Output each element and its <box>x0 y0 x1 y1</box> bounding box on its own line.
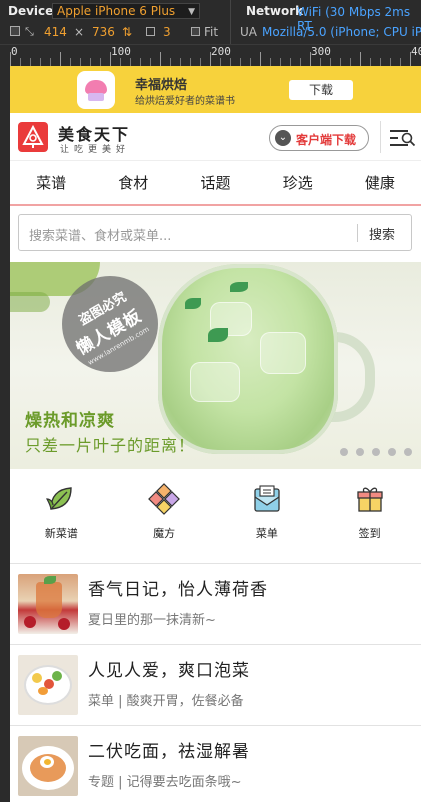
times-sign: × <box>74 25 85 39</box>
quick-link-label: 菜单 <box>255 527 278 540</box>
mint-drink-thumbnail <box>18 574 78 634</box>
device-label: Device <box>8 4 54 18</box>
list-item[interactable]: 二伏吃面，祛湿解暑 专题 | 记得要去吃面条哦~ <box>10 727 421 802</box>
ruler-tick-label: 0 <box>11 45 18 58</box>
tab-selection[interactable]: 珍选 <box>257 162 339 204</box>
fit-label: Fit <box>204 25 219 39</box>
gift-icon <box>356 487 383 512</box>
ruler-tick-label: 200 <box>211 45 231 58</box>
feed-item-title: 香气日记，怡人薄荷香 <box>88 580 268 600</box>
carousel-dot[interactable] <box>372 448 380 456</box>
menu-envelope-icon <box>254 485 280 512</box>
search-bar: 搜索菜谱、食材或菜单... 搜索 <box>18 214 412 251</box>
emulate-checkbox[interactable] <box>10 26 20 36</box>
app-download-banner: 幸福烘焙 给烘焙爱好者的菜谱书 下载 <box>10 66 421 113</box>
ice-cube <box>260 332 306 374</box>
pickle-dish-thumbnail <box>18 655 78 715</box>
site-slogan: 让吃更美好 <box>60 145 131 155</box>
feed-item-title: 人见人爱，爽口泡菜 <box>88 661 250 681</box>
menu-search-icon[interactable] <box>390 128 416 148</box>
height-field[interactable]: 736 <box>92 25 115 39</box>
quick-link-label: 魔方 <box>153 527 176 540</box>
device-select-value: Apple iPhone 6 Plus <box>57 4 176 18</box>
hero-carousel[interactable]: 盗图必究 懒人模板 www.lanrenmb.com 燥热和凉爽 只差一片叶子的… <box>10 262 421 469</box>
cube-icon <box>148 483 181 515</box>
feed-item-subtitle: 夏日里的那一抹清新~ <box>88 613 216 628</box>
feed-item-subtitle: 专题 | 记得要去吃面条哦~ <box>88 775 242 790</box>
width-field[interactable]: 414 <box>44 25 67 39</box>
banner-subheadline: 只差一片叶子的距离！ <box>25 436 196 455</box>
search-button[interactable]: 搜索 <box>369 224 395 243</box>
watermark-stamp: 盗图必究 懒人模板 www.lanrenmb.com <box>62 276 158 372</box>
client-download-label: 客户端下载 <box>296 133 357 147</box>
ice-cube <box>190 362 240 402</box>
ruler-tick-label: 400 <box>411 45 421 58</box>
carousel-dot[interactable] <box>404 448 412 456</box>
horizontal-ruler: 0 100 200 300 400 <box>0 44 421 66</box>
mint-leaf <box>230 282 248 292</box>
category-nav: 菜谱 食材 话题 珍选 健康 <box>10 162 421 206</box>
tab-topics[interactable]: 话题 <box>174 162 256 204</box>
devtools-toolbar: Device Apple iPhone 6 Plus ▼ Network WiF… <box>0 0 421 44</box>
list-item[interactable]: 香气日记，怡人薄荷香 夏日里的那一抹清新~ <box>10 565 421 645</box>
carousel-dot[interactable] <box>340 448 348 456</box>
quick-link-label: 新菜谱 <box>44 527 78 540</box>
quick-link-new-recipes[interactable]: 新菜谱 <box>10 469 113 563</box>
app-name: 幸福烘焙 <box>135 78 188 93</box>
search-divider <box>357 224 358 242</box>
carousel-dot[interactable] <box>388 448 396 456</box>
ua-field[interactable]: Mozilla/5.0 (iPhone; CPU iPho <box>262 25 421 39</box>
quick-link-menu[interactable]: 菜单 <box>216 469 319 563</box>
banner-headline: 燥热和凉爽 <box>25 411 115 431</box>
header-divider <box>380 121 381 153</box>
emulated-viewport: 幸福烘焙 给烘焙爱好者的菜谱书 下载 美食天下 让吃更美好 ⌄ 客户端下载 菜谱… <box>10 66 421 802</box>
quick-link-label: 签到 <box>358 527 381 540</box>
vertical-ruler <box>0 66 10 802</box>
mint-leaf <box>208 328 228 342</box>
feed-item-title: 二伏吃面，祛湿解暑 <box>88 742 250 762</box>
carousel-dot[interactable] <box>356 448 364 456</box>
tab-ingredients[interactable]: 食材 <box>92 162 174 204</box>
dpr-field[interactable]: 3 <box>163 25 171 39</box>
swap-dimensions-icon[interactable]: ⇅ <box>122 25 132 39</box>
devtools-separator <box>230 0 231 44</box>
tab-health[interactable]: 健康 <box>339 162 421 204</box>
site-logo-icon[interactable] <box>18 122 48 152</box>
app-download-button[interactable]: 下载 <box>289 80 353 100</box>
list-item[interactable]: 人见人爱，爽口泡菜 菜单 | 酸爽开胃，佐餐必备 <box>10 646 421 726</box>
drink-glass-image <box>158 264 338 454</box>
leaf-decoration <box>10 292 50 312</box>
quick-link-checkin[interactable]: 签到 <box>318 469 421 563</box>
ruler-tick-label: 100 <box>111 45 131 58</box>
app-description: 给烘焙爱好者的菜谱书 <box>135 96 235 107</box>
quick-link-cube[interactable]: 魔方 <box>113 469 216 563</box>
tab-recipes[interactable]: 菜谱 <box>10 162 92 204</box>
carousel-dots <box>340 448 415 458</box>
quick-links: 新菜谱 魔方 菜单 签到 <box>10 469 421 564</box>
leaf-icon <box>46 487 73 510</box>
chevron-down-icon: ▼ <box>188 7 195 17</box>
mint-leaf <box>185 298 201 309</box>
device-select[interactable]: Apple iPhone 6 Plus ▼ <box>52 3 200 19</box>
site-header: 美食天下 让吃更美好 ⌄ 客户端下载 <box>10 113 421 161</box>
resize-icon: ⤡ <box>25 25 34 38</box>
app-logo-icon <box>77 71 115 109</box>
dpr-icon <box>146 27 155 36</box>
noodle-dish-thumbnail <box>18 736 78 796</box>
chevron-down-icon: ⌄ <box>275 130 291 146</box>
fit-checkbox[interactable] <box>191 27 200 36</box>
feed-item-subtitle: 菜单 | 酸爽开胃，佐餐必备 <box>88 694 244 709</box>
network-label: Network <box>246 4 304 18</box>
ua-label: UA <box>240 25 257 39</box>
client-download-button[interactable]: ⌄ 客户端下载 <box>269 125 369 151</box>
ruler-tick-label: 300 <box>311 45 331 58</box>
search-input[interactable]: 搜索菜谱、食材或菜单... <box>29 225 171 244</box>
